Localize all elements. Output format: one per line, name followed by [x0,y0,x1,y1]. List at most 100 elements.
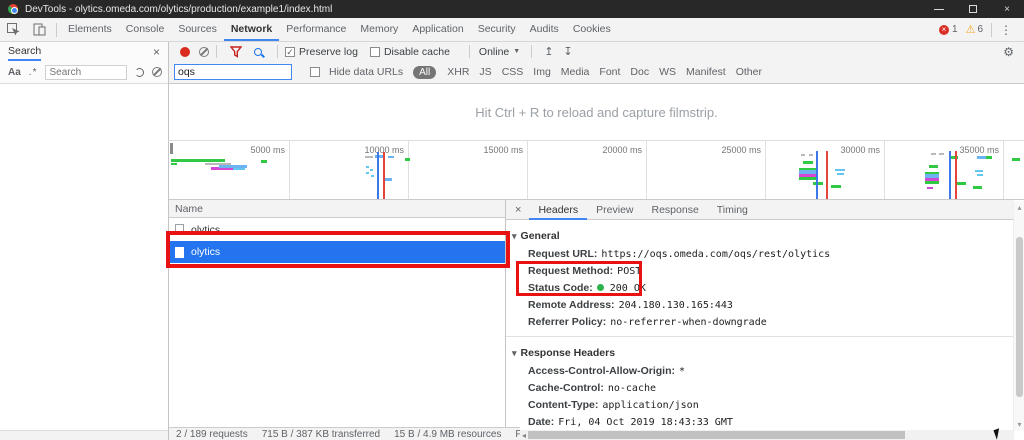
clear-icon[interactable] [152,67,162,77]
header-value: Fri, 04 Oct 2019 18:43:33 GMT [558,417,733,428]
header-name: Cache-Control: [528,382,604,394]
tab-elements[interactable]: Elements [61,18,119,41]
search-drawer-tab[interactable]: Search [8,42,41,61]
disable-cache-label[interactable]: Disable cache [384,46,450,58]
type-filter-doc[interactable]: Doc [625,66,654,78]
overview-handle[interactable] [170,143,173,154]
waterfall-bar [366,172,369,174]
hide-data-urls-label[interactable]: Hide data URLs [329,66,403,78]
refresh-icon[interactable] [135,68,144,77]
request-details-panel: × Headers Preview Response Timing ▾Gener… [505,200,1014,431]
type-filter-other[interactable]: Other [731,66,767,78]
scrollbar-thumb[interactable] [528,431,905,439]
details-vertical-scrollbar[interactable]: ▴ ▾ [1013,201,1024,431]
header-value: 200 OK [610,283,646,294]
network-overview-timeline[interactable]: 5000 ms 10000 ms 15000 ms 20000 ms 25000… [168,140,1024,200]
filmstrip-hint-area: Hit Ctrl + R to reload and capture films… [168,84,1024,140]
export-har-icon[interactable]: ↧ [563,45,572,58]
devtools-tab-bar: Elements Console Sources Network Perform… [0,18,1024,42]
tab-security[interactable]: Security [471,18,523,41]
maximize-button[interactable] [956,0,990,18]
regex-toggle[interactable]: .* [29,67,38,78]
close-button[interactable]: × [990,0,1024,18]
waterfall-bar [929,165,938,168]
header-line: Access-Control-Allow-Origin:* [506,362,1014,379]
inspect-element-icon[interactable] [5,22,21,38]
tab-network[interactable]: Network [224,18,279,41]
hide-data-urls-checkbox[interactable] [310,67,320,77]
kebab-menu-icon[interactable]: ⋮ [991,23,1020,37]
gear-icon[interactable]: ⚙ [1003,45,1014,59]
type-filter-xhr[interactable]: XHR [442,66,474,78]
header-line: Cache-Control:no-cache [506,379,1014,396]
tab-cookies[interactable]: Cookies [566,18,618,41]
header-line: Remote Address:204.180.130.165:443 [506,296,1014,313]
search-controls: Aa .* [0,61,168,84]
type-filter-img[interactable]: Img [528,66,556,78]
warning-badge-icon[interactable]: ⚠ [966,23,976,36]
waterfall-bar [803,161,813,164]
waterfall-bar [835,169,845,171]
tab-preview[interactable]: Preview [587,200,642,220]
clear-requests-icon[interactable] [199,47,209,57]
details-tab-bar: × Headers Preview Response Timing [506,200,1014,220]
tab-performance[interactable]: Performance [279,18,353,41]
search-input[interactable] [45,65,127,80]
filter-input[interactable] [174,64,292,80]
column-header-name[interactable]: Name [169,200,505,218]
waterfall-bar [809,154,813,156]
tab-application[interactable]: Application [405,18,470,41]
type-filter-all[interactable]: All [413,66,436,79]
response-headers-section-title[interactable]: ▾Response Headers [512,347,1014,359]
scrollbar-thumb[interactable] [1016,237,1023,397]
waterfall-bar [927,187,933,189]
preserve-log-checkbox[interactable]: ✓ [285,47,295,57]
type-filter-ws[interactable]: WS [654,66,681,78]
tab-timing[interactable]: Timing [708,200,757,220]
window-title: DevTools - olytics.omeda.com/olytics/pro… [25,4,332,15]
divider [56,23,57,37]
search-requests-icon[interactable] [254,48,262,56]
tab-memory[interactable]: Memory [353,18,405,41]
search-drawer-footer [0,430,168,440]
scroll-up-icon[interactable]: ▴ [1014,203,1024,212]
minimize-button[interactable] [922,0,956,18]
tab-console[interactable]: Console [119,18,172,41]
error-count: 1 [952,24,958,35]
device-toolbar-icon[interactable] [31,22,47,38]
header-name: Remote Address: [528,299,615,311]
request-row-selected[interactable]: olytics [169,241,505,263]
tick-label: 25000 ms [701,145,761,155]
horizontal-scrollbar[interactable]: ◂ [520,430,1014,440]
filter-funnel-icon[interactable] [230,46,242,58]
scroll-down-icon[interactable]: ▾ [1014,420,1024,429]
type-filter-css[interactable]: CSS [497,66,529,78]
type-filter-media[interactable]: Media [556,66,595,78]
divider [506,336,1014,337]
type-filter-manifest[interactable]: Manifest [681,66,731,78]
document-icon [175,247,184,258]
record-button[interactable] [180,47,190,57]
throttling-select[interactable]: Online [479,46,509,58]
type-filter-font[interactable]: Font [594,66,625,78]
details-close-icon[interactable]: × [506,204,529,216]
type-filter-js[interactable]: JS [474,66,496,78]
waterfall-bar [986,156,992,159]
search-close-icon[interactable]: × [153,45,160,59]
tab-response[interactable]: Response [643,200,708,220]
request-row[interactable]: olytics [169,221,505,238]
match-case-toggle[interactable]: Aa [8,67,21,78]
tab-sources[interactable]: Sources [171,18,224,41]
waterfall-bar [957,182,966,185]
scroll-left-icon[interactable]: ◂ [520,431,528,440]
tab-headers[interactable]: Headers [529,200,587,220]
preserve-log-label[interactable]: Preserve log [299,46,358,58]
disable-cache-checkbox[interactable] [370,47,380,57]
tab-audits[interactable]: Audits [523,18,566,41]
gridline [646,141,647,200]
error-badge-icon[interactable]: × [939,25,949,35]
waterfall-bar [171,163,177,165]
import-har-icon[interactable]: ↥ [544,45,553,58]
header-line: Referrer Policy:no-referrer-when-downgra… [506,313,1014,330]
general-section-title[interactable]: ▾General [512,230,1014,242]
